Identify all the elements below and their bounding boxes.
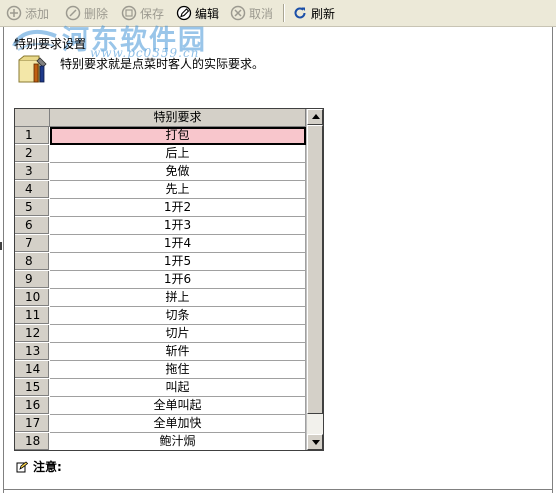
row-number[interactable]: 1 — [15, 127, 49, 144]
edit-button[interactable]: 编辑 — [176, 3, 219, 23]
panel-border-left — [3, 27, 4, 493]
note: 注意: — [16, 458, 62, 475]
splitter-handle[interactable] — [0, 242, 2, 250]
request-cell[interactable]: 拼上 — [50, 289, 306, 307]
row-number[interactable]: 8 — [15, 253, 49, 270]
row-number[interactable]: 17 — [15, 415, 49, 432]
toolbar-separator — [283, 4, 285, 22]
row-number[interactable]: 9 — [15, 271, 49, 288]
request-cell[interactable]: 1开4 — [50, 235, 306, 253]
table-row[interactable]: 7 1开4 — [15, 235, 306, 253]
request-cell[interactable]: 打包 — [50, 127, 306, 145]
grid-corner[interactable] — [15, 109, 50, 127]
table-row[interactable]: 18 鲍汁焗 — [15, 433, 306, 450]
edit-label: 编辑 — [195, 6, 220, 21]
request-cell[interactable]: 全单叫起 — [50, 397, 306, 415]
add-button[interactable]: 添加 — [6, 3, 49, 23]
grid-column-header[interactable]: 特别要求 — [50, 109, 306, 127]
request-cell[interactable]: 鲍汁焗 — [50, 433, 306, 450]
save-icon — [121, 5, 137, 21]
request-cell[interactable]: 后上 — [50, 145, 306, 163]
note-label: 注意: — [33, 460, 62, 474]
row-number[interactable]: 5 — [15, 199, 49, 216]
refresh-button[interactable]: 刷新 — [292, 3, 335, 23]
note-edit-icon — [16, 460, 28, 472]
row-number[interactable]: 12 — [15, 325, 49, 342]
tools-icon — [18, 55, 47, 83]
refresh-label: 刷新 — [311, 6, 336, 21]
delete-icon — [65, 5, 81, 21]
row-number[interactable]: 10 — [15, 289, 49, 306]
row-number[interactable]: 3 — [15, 163, 49, 180]
table-row[interactable]: 14 拖住 — [15, 361, 306, 379]
row-number[interactable]: 2 — [15, 145, 49, 162]
refresh-icon — [294, 7, 306, 19]
table-row[interactable]: 9 1开6 — [15, 271, 306, 289]
save-label: 保存 — [140, 6, 165, 21]
add-icon — [6, 5, 22, 21]
arrow-up-icon — [312, 114, 320, 119]
request-cell[interactable]: 斩件 — [50, 343, 306, 361]
table-row[interactable]: 8 1开5 — [15, 253, 306, 271]
table-row[interactable]: 1 打包 — [15, 127, 306, 145]
request-cell[interactable]: 1开3 — [50, 217, 306, 235]
arrow-down-icon — [312, 440, 320, 445]
row-number[interactable]: 7 — [15, 235, 49, 252]
row-number[interactable]: 15 — [15, 379, 49, 396]
request-cell[interactable]: 全单加快 — [50, 415, 306, 433]
section-title: 特别要求设置 — [14, 37, 87, 51]
table-row[interactable]: 11 切条 — [15, 307, 306, 325]
request-cell[interactable]: 叫起 — [50, 379, 306, 397]
row-number[interactable]: 4 — [15, 181, 49, 198]
toolbar: 添加 删除 保存 编辑 取消 刷新 — [0, 0, 556, 27]
request-cell[interactable]: 先上 — [50, 181, 306, 199]
section-description: 特别要求就是点菜时客人的实际要求。 — [60, 57, 265, 71]
scroll-up-button[interactable] — [307, 109, 323, 125]
grid-vertical-scrollbar[interactable] — [306, 109, 323, 450]
row-number[interactable]: 16 — [15, 397, 49, 414]
request-cell[interactable]: 切片 — [50, 325, 306, 343]
request-cell[interactable]: 拖住 — [50, 361, 306, 379]
delete-button[interactable]: 删除 — [65, 3, 108, 23]
row-number[interactable]: 14 — [15, 361, 49, 378]
save-button[interactable]: 保存 — [121, 3, 164, 23]
table-row[interactable]: 15 叫起 — [15, 379, 306, 397]
table-row[interactable]: 12 切片 — [15, 325, 306, 343]
table-row[interactable]: 16 全单叫起 — [15, 397, 306, 415]
table-row[interactable]: 5 1开2 — [15, 199, 306, 217]
table-row[interactable]: 4 先上 — [15, 181, 306, 199]
delete-label: 删除 — [84, 6, 109, 21]
add-label: 添加 — [25, 6, 50, 21]
request-cell[interactable]: 1开5 — [50, 253, 306, 271]
scroll-thumb[interactable] — [307, 125, 323, 414]
scroll-down-button[interactable] — [307, 434, 323, 450]
cancel-label: 取消 — [249, 6, 274, 21]
table-row[interactable]: 2 后上 — [15, 145, 306, 163]
request-cell[interactable]: 免做 — [50, 163, 306, 181]
row-number[interactable]: 11 — [15, 307, 49, 324]
edit-icon — [176, 5, 192, 21]
table-row[interactable]: 17 全单加快 — [15, 415, 306, 433]
row-number[interactable]: 6 — [15, 217, 49, 234]
request-cell[interactable]: 1开2 — [50, 199, 306, 217]
table-row[interactable]: 6 1开3 — [15, 217, 306, 235]
table-row[interactable]: 3 免做 — [15, 163, 306, 181]
table-row[interactable]: 13 斩件 — [15, 343, 306, 361]
special-requests-grid[interactable]: 特别要求 1 打包 2 后上 3 免做 4 先上 5 1开2 6 1开3 7 1开4 8 1开5 9 1开6 10 拼… — [14, 108, 324, 451]
cancel-icon — [230, 5, 246, 21]
row-number[interactable]: 18 — [15, 433, 49, 450]
request-cell[interactable]: 切条 — [50, 307, 306, 325]
row-number[interactable]: 13 — [15, 343, 49, 360]
panel-border-right — [552, 27, 553, 493]
request-cell[interactable]: 1开6 — [50, 271, 306, 289]
cancel-button[interactable]: 取消 — [230, 3, 273, 23]
table-row[interactable]: 10 拼上 — [15, 289, 306, 307]
panel-border-bottom — [3, 489, 553, 490]
